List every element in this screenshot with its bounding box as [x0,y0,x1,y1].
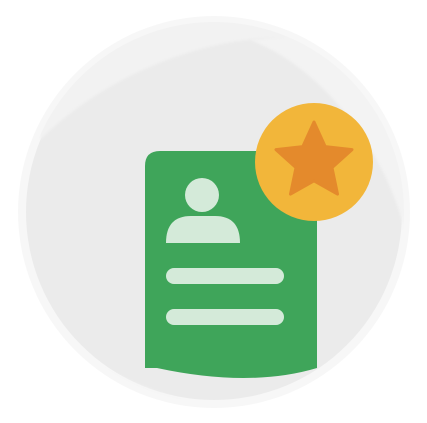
card-line-1 [166,268,284,284]
star-badge [255,103,373,221]
avatar-shoulders [166,216,240,243]
card-line-2 [166,309,284,325]
avatar-head [185,178,219,212]
illustration-stage [0,0,427,423]
contact-card-star-illustration [18,16,410,408]
